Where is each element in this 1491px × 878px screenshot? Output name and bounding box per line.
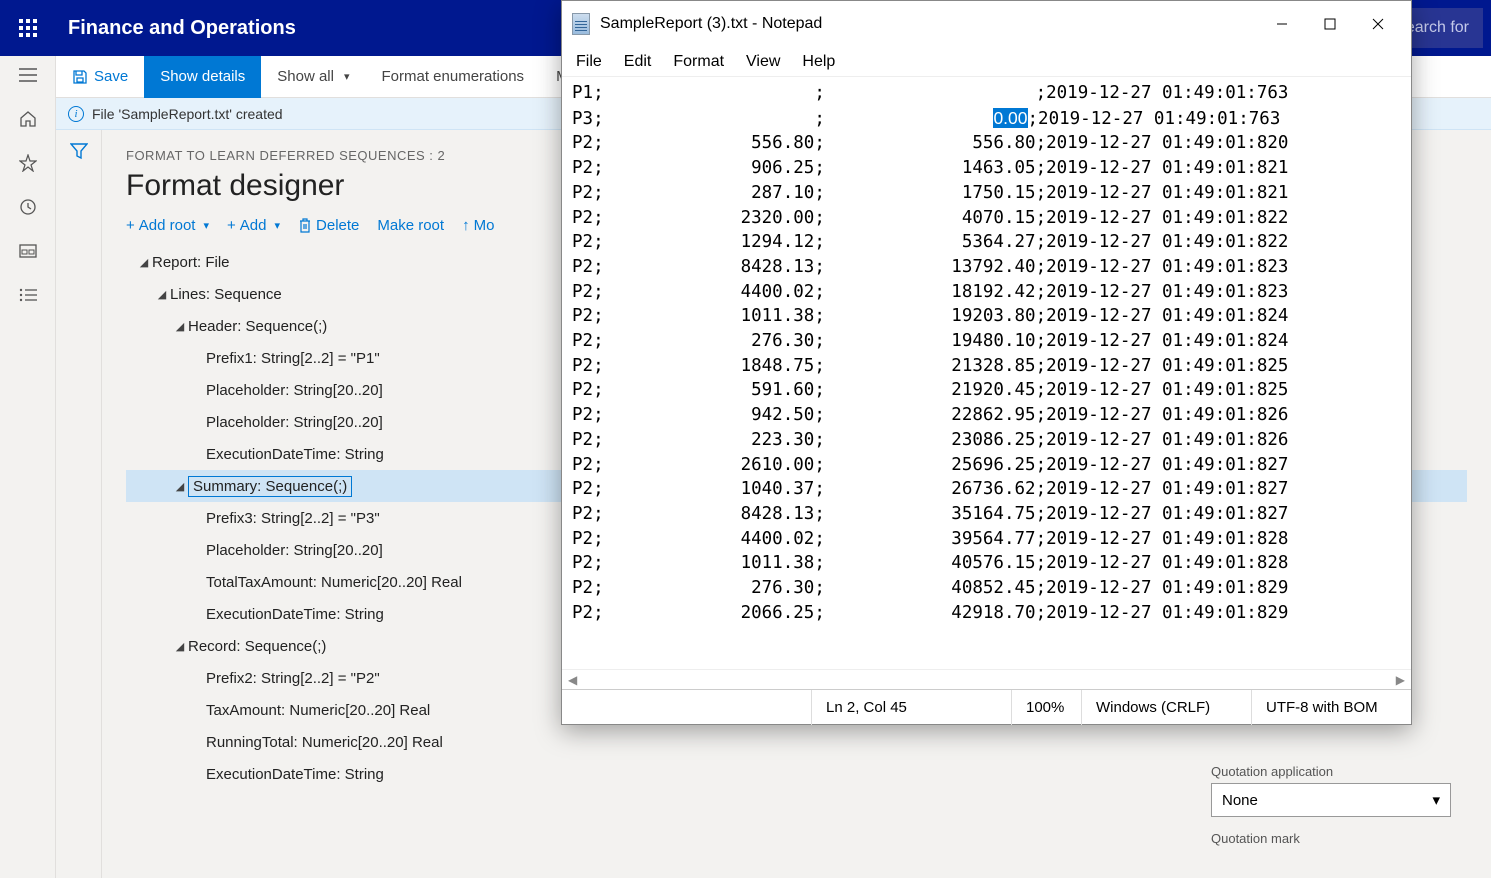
plus-icon: + — [227, 217, 236, 234]
tree-node-label: Prefix3: String[2..2] = "P3" — [206, 510, 380, 527]
tree-node-label: Placeholder: String[20..20] — [206, 542, 383, 559]
star-icon[interactable] — [17, 152, 39, 174]
trash-icon — [298, 218, 312, 233]
delete-button[interactable]: Delete — [298, 217, 359, 234]
menu-file[interactable]: File — [576, 53, 602, 71]
arrow-up-icon: ↑ — [462, 217, 470, 234]
clock-icon[interactable] — [17, 196, 39, 218]
info-icon: i — [68, 106, 84, 122]
tree-node-label: Prefix1: String[2..2] = "P1" — [206, 350, 380, 367]
list-icon[interactable] — [17, 284, 39, 306]
tree-node-label: Placeholder: String[20..20] — [206, 414, 383, 431]
home-icon[interactable] — [17, 108, 39, 130]
notepad-window: SampleReport (3).txt - Notepad FileEditF… — [561, 0, 1412, 725]
status-zoom: 100% — [1011, 690, 1081, 725]
show-all-button[interactable]: Show all▾ — [261, 56, 365, 98]
tree-node-label: ExecutionDateTime: String — [206, 766, 384, 783]
move-button[interactable]: ↑Mo — [462, 217, 494, 234]
make-root-button[interactable]: Make root — [377, 217, 444, 234]
caret-icon: ◢ — [172, 480, 188, 493]
format-enumerations-button[interactable]: Format enumerations — [366, 56, 541, 98]
left-rail — [0, 56, 56, 878]
tree-node-label: Prefix2: String[2..2] = "P2" — [206, 670, 380, 687]
add-root-button[interactable]: +Add root▾ — [126, 217, 209, 234]
caret-icon: ◢ — [172, 320, 188, 333]
tree-node-label: ExecutionDateTime: String — [206, 446, 384, 463]
plus-icon: + — [126, 217, 135, 234]
tree-node-label: ExecutionDateTime: String — [206, 606, 384, 623]
tree-node-label: TaxAmount: Numeric[20..20] Real — [206, 702, 430, 719]
module-icon[interactable] — [17, 240, 39, 262]
chevron-down-icon: ▾ — [274, 219, 280, 232]
caret-icon: ◢ — [154, 288, 170, 301]
notepad-icon — [572, 13, 590, 35]
tree-node-label: Header: Sequence(;) — [188, 318, 327, 335]
tree-node-label: Summary: Sequence(;) — [188, 476, 352, 497]
status-eol: Windows (CRLF) — [1081, 690, 1251, 725]
caret-icon: ◢ — [172, 640, 188, 653]
tree-node-label: Record: Sequence(;) — [188, 638, 326, 655]
chevron-down-icon: ▾ — [344, 70, 350, 83]
menu-help[interactable]: Help — [802, 53, 835, 71]
hamburger-icon[interactable] — [17, 64, 39, 86]
caret-icon: ◢ — [136, 256, 152, 269]
quotation-app-select[interactable]: None ▾ — [1211, 783, 1451, 817]
notepad-titlebar[interactable]: SampleReport (3).txt - Notepad — [562, 1, 1411, 47]
notepad-hscrollbar[interactable]: ◀▶ — [562, 669, 1411, 689]
tree-node-label: Report: File — [152, 254, 230, 271]
app-launcher-icon[interactable] — [0, 0, 56, 56]
tree-node-label: Placeholder: String[20..20] — [206, 382, 383, 399]
tree-node-label: TotalTaxAmount: Numeric[20..20] Real — [206, 574, 462, 591]
properties-pane: Quotation application None ▾ Quotation m… — [1211, 764, 1451, 860]
save-button[interactable]: Save — [56, 56, 144, 98]
notepad-title: SampleReport (3).txt - Notepad — [600, 15, 822, 33]
quotation-mark-label: Quotation mark — [1211, 831, 1451, 846]
minimize-button[interactable] — [1259, 8, 1305, 40]
menu-edit[interactable]: Edit — [624, 53, 652, 71]
maximize-button[interactable] — [1307, 8, 1353, 40]
add-button[interactable]: +Add▾ — [227, 217, 280, 234]
funnel-icon[interactable] — [70, 142, 88, 878]
show-details-tab[interactable]: Show details — [144, 56, 261, 98]
message-text: File 'SampleReport.txt' created — [92, 106, 283, 122]
filter-column — [56, 130, 102, 878]
notepad-textarea[interactable]: P1; ; ;2019-12-27 01:49:01:763 P3; ; 0.0… — [562, 77, 1411, 669]
save-icon — [72, 69, 88, 85]
notepad-menubar: File Edit Format View Help — [562, 47, 1411, 77]
status-position: Ln 2, Col 45 — [811, 690, 1011, 725]
notepad-statusbar: Ln 2, Col 45 100% Windows (CRLF) UTF-8 w… — [562, 689, 1411, 725]
quotation-app-label: Quotation application — [1211, 764, 1451, 779]
chevron-down-icon: ▾ — [203, 219, 209, 232]
menu-view[interactable]: View — [746, 53, 780, 71]
close-button[interactable] — [1355, 8, 1401, 40]
menu-format[interactable]: Format — [673, 53, 724, 71]
chevron-down-icon: ▾ — [1432, 791, 1440, 809]
app-title: Finance and Operations — [56, 17, 296, 40]
tree-node-label: Lines: Sequence — [170, 286, 282, 303]
tree-node[interactable]: RunningTotal: Numeric[20..20] Real — [126, 726, 1467, 758]
status-encoding: UTF-8 with BOM — [1251, 690, 1411, 725]
tree-node-label: RunningTotal: Numeric[20..20] Real — [206, 734, 443, 751]
